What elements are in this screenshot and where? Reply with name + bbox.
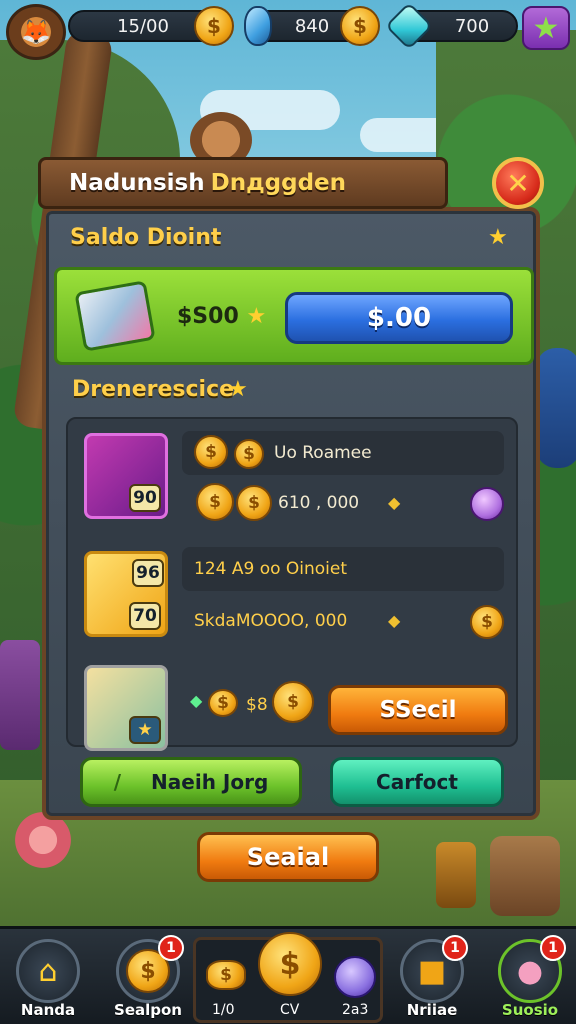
- star-icon: ★: [246, 304, 267, 329]
- star-badge: ★: [129, 716, 161, 744]
- coin-icon: $: [272, 681, 314, 723]
- coin-icon: $: [196, 483, 234, 521]
- select-button[interactable]: SSecil: [328, 685, 508, 735]
- coin-star-thumbnail[interactable]: ★: [84, 665, 168, 751]
- player-avatar[interactable]: 🦊: [6, 4, 66, 60]
- treasure-chest: [0, 640, 40, 750]
- coin-stack-icon: $: [206, 960, 246, 990]
- notification-badge: 1: [442, 935, 468, 961]
- close-button[interactable]: ✕: [492, 157, 544, 209]
- window-title: Nadunsish Dnдggden: [38, 157, 448, 209]
- special-button[interactable]: Seaial: [197, 832, 379, 882]
- item-price: $8: [246, 695, 268, 715]
- item-top-badge: 96: [132, 559, 164, 587]
- blue-gem-icon: [244, 6, 272, 46]
- cyan-gem-count: 700: [454, 15, 490, 37]
- compass-icon: [334, 956, 376, 998]
- left-action-button[interactable]: / Naeih Jorg: [80, 757, 302, 807]
- coin-barrel: [436, 842, 476, 908]
- star-icon: ★: [228, 377, 248, 402]
- gem-icon: ◆: [388, 493, 401, 512]
- nav-item-shop[interactable]: $ $ 1/0 CV 2a3: [193, 932, 383, 1023]
- featured-offer-banner: $S00 ★ $.00: [54, 267, 534, 365]
- nav-item-crafting[interactable]: ■ 1 Nriiae: [392, 935, 472, 1023]
- top-hud: 🦊 15/00 $ 840 $ 700 ★: [0, 0, 576, 60]
- list-section-title: Drenerescice: [72, 377, 235, 402]
- item-name: 124 A9 oo Oinoiet: [194, 559, 348, 579]
- item-list: 90 $ $ Uo Roamee $ $ 610 , 000 ◆ 70 96 1…: [66, 417, 518, 751]
- big-coin-icon: $: [258, 932, 322, 996]
- shop-panel: Saldo Dioint ★ $S00 ★ $.00 Drenerescice …: [42, 207, 540, 820]
- coin-icon: $: [208, 689, 238, 717]
- item-level-badge: 90: [129, 484, 161, 512]
- coin-icon[interactable]: $: [194, 6, 234, 46]
- coin-icon: $: [194, 435, 228, 469]
- gem-icon: ◆: [388, 611, 401, 630]
- house-icon: ⌂: [16, 939, 80, 1003]
- coin-icon: $: [234, 439, 264, 469]
- star-icon: ★: [488, 225, 508, 250]
- shop-count-2: CV: [280, 1002, 300, 1018]
- right-action-button[interactable]: Carfoct: [330, 757, 504, 807]
- orb-icon: [470, 487, 504, 521]
- notification-badge: 1: [540, 935, 566, 961]
- shop-count-3: 2a3: [342, 1002, 369, 1018]
- close-icon: ✕: [506, 166, 530, 200]
- coin-plus-icon[interactable]: $: [340, 6, 380, 46]
- item-name: Uo Roamee: [274, 443, 372, 463]
- nav-item-pets[interactable]: ● 1 Suosio: [490, 935, 570, 1023]
- merchant-character: [490, 836, 560, 916]
- shop-count-1: 1/0: [212, 1002, 235, 1018]
- nav-item-home[interactable]: ⌂ Nanda: [8, 935, 88, 1023]
- shop-window: Saldo Dioint ★ $S00 ★ $.00 Drenerescice …: [38, 157, 544, 820]
- item-amount: 610 , 000: [278, 493, 360, 513]
- gift-bundle-icon: [74, 280, 156, 352]
- offer-section-title: Saldo Dioint: [70, 225, 222, 250]
- coin-icon: $: [470, 605, 504, 639]
- coin-icon: $: [236, 485, 272, 521]
- fox-icon: 🦊: [21, 18, 51, 46]
- coin-count: 15/00: [117, 15, 169, 37]
- blue-gem-count: 840: [294, 15, 330, 37]
- star-icon[interactable]: ★: [522, 6, 570, 50]
- item-level-badge: 70: [129, 602, 161, 630]
- buy-button[interactable]: $.00: [285, 292, 513, 344]
- item-amount: SkdaMOOOO, 000: [194, 611, 348, 631]
- offer-price: $S00 ★: [177, 304, 267, 329]
- nav-item-coins[interactable]: $ 1 Sealpon: [108, 935, 188, 1023]
- bottom-navigation: ⌂ Nanda $ 1 Sealpon $ $ 1/0 CV 2a3 ■ 1 N…: [0, 926, 576, 1024]
- key-icon: /: [113, 770, 122, 794]
- explorer-character: [536, 348, 576, 468]
- coin-pack-thumbnail[interactable]: 90: [84, 433, 168, 519]
- notification-badge: 1: [158, 935, 184, 961]
- gem-icon: ◆: [190, 691, 203, 710]
